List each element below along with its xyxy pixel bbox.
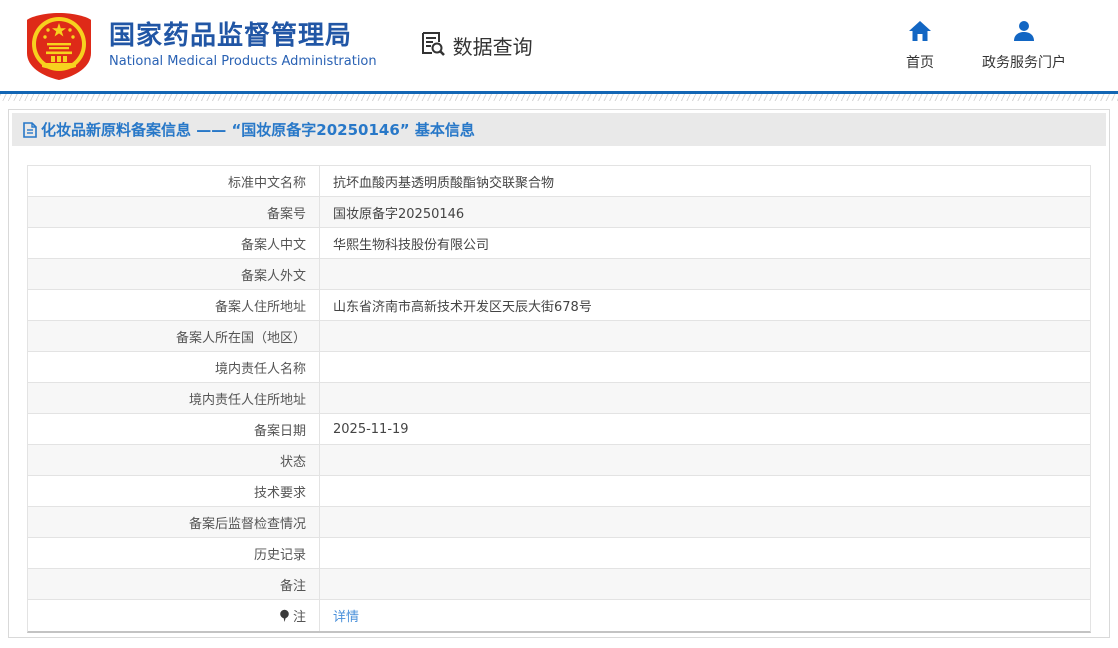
table-row: 备案人住所地址 山东省济南市高新技术开发区天辰大街678号 [28,290,1090,321]
row-label: 备案号 [28,197,320,227]
row-value [320,476,1090,506]
table-row: 标准中文名称 抗坏血酸丙基透明质酸酯钠交联聚合物 [28,166,1090,197]
row-label-text: 备案人中文 [240,237,306,253]
stripe-band [0,94,1118,101]
row-label-text: 备案人所在国（地区） [175,330,306,346]
row-value [320,259,1090,289]
row-value [320,445,1090,475]
row-value [320,321,1090,351]
table-row: 状态 [28,445,1090,476]
home-icon [908,20,932,46]
table-row: 备案日期 2025-11-19 [28,414,1090,445]
nav-home-label: 首页 [906,54,934,71]
row-label: 备案后监督检查情况 [28,507,320,537]
row-value: 详情 [320,600,1090,631]
row-label-text: 境内责任人名称 [214,361,306,377]
table-row: 备注 [28,569,1090,600]
data-query-icon [419,30,446,61]
site-header: 国家药品监督管理局 National Medical Products Admi… [0,0,1118,91]
org-identity: 国家药品监督管理局 National Medical Products Admi… [109,20,377,70]
content-panel: 化妆品新原料备案信息 —— “国妆原备字20250146” 基本信息 标准中文名… [8,109,1110,638]
row-value [320,569,1090,599]
data-query-label: 数据查询 [452,35,533,59]
row-label: 历史记录 [28,538,320,568]
header-nav: 首页 政务服务门户 [906,20,1066,72]
row-label-text: 境内责任人住所地址 [188,392,306,408]
table-row: 备案后监督检查情况 [28,507,1090,538]
row-label-text: 备案人外文 [240,268,306,284]
table-row: 历史记录 [28,538,1090,569]
row-label: 状态 [28,445,320,475]
nav-home[interactable]: 首页 [906,20,934,72]
row-value: 2025-11-19 [333,421,409,437]
row-value: 抗坏血酸丙基透明质酸酯钠交联聚合物 [333,175,555,191]
row-label: 备案人外文 [28,259,320,289]
user-icon [1012,20,1036,46]
row-label-text: 备案人住所地址 [214,299,306,315]
row-value: 山东省济南市高新技术开发区天辰大街678号 [333,299,592,315]
nav-portal-label: 政务服务门户 [982,54,1066,71]
table-row: 境内责任人名称 [28,352,1090,383]
national-emblem-logo [22,11,96,81]
detail-link[interactable]: 详情 [333,606,359,625]
org-title: 国家药品监督管理局 [109,20,353,51]
table-row: 备案号 国妆原备字20250146 [28,197,1090,228]
table-row: 注 详情 [28,600,1090,631]
nav-portal[interactable]: 政务服务门户 [982,20,1066,72]
row-label-text: 备案后监督检查情况 [188,516,306,532]
row-value [320,538,1090,568]
document-icon [23,121,37,138]
row-label: 技术要求 [28,476,320,506]
row-label-text: 技术要求 [253,485,306,501]
table-row: 备案人中文 华熙生物科技股份有限公司 [28,228,1090,259]
note-icon [279,609,290,623]
table-row: 备案人外文 [28,259,1090,290]
table-row: 备案人所在国（地区） [28,321,1090,352]
row-label: 备案人中文 [28,228,320,258]
row-label: 境内责任人住所地址 [28,383,320,413]
row-value [320,507,1090,537]
data-query-section[interactable]: 数据查询 [419,30,533,61]
page-title: 化妆品新原料备案信息 —— “国妆原备字20250146” 基本信息 [41,121,475,139]
row-label: 备案日期 [28,414,320,444]
row-label-text: 备案日期 [253,423,306,439]
row-label: 境内责任人名称 [28,352,320,382]
row-label-text: 备注 [279,578,306,594]
row-label-text: 注 [292,610,306,625]
row-label-text: 历史记录 [253,547,306,563]
row-label: 备案人所在国（地区） [28,321,320,351]
row-label-text: 状态 [279,454,306,470]
page-titlebar: 化妆品新原料备案信息 —— “国妆原备字20250146” 基本信息 [12,113,1106,146]
table-row: 境内责任人住所地址 [28,383,1090,414]
info-table: 标准中文名称 抗坏血酸丙基透明质酸酯钠交联聚合物 备案号 国妆原备字202501… [27,165,1091,633]
row-label-text: 标准中文名称 [227,175,306,191]
row-label: 备注 [28,569,320,599]
org-subtitle: National Medical Products Administration [109,54,377,70]
row-label: 备案人住所地址 [28,290,320,320]
table-row: 技术要求 [28,476,1090,507]
row-value: 华熙生物科技股份有限公司 [333,237,490,253]
row-value: 国妆原备字20250146 [333,206,465,222]
row-value [320,383,1090,413]
row-label: 注 [28,600,320,631]
row-label-text: 备案号 [266,206,306,222]
row-label: 标准中文名称 [28,166,320,196]
row-value [320,352,1090,382]
